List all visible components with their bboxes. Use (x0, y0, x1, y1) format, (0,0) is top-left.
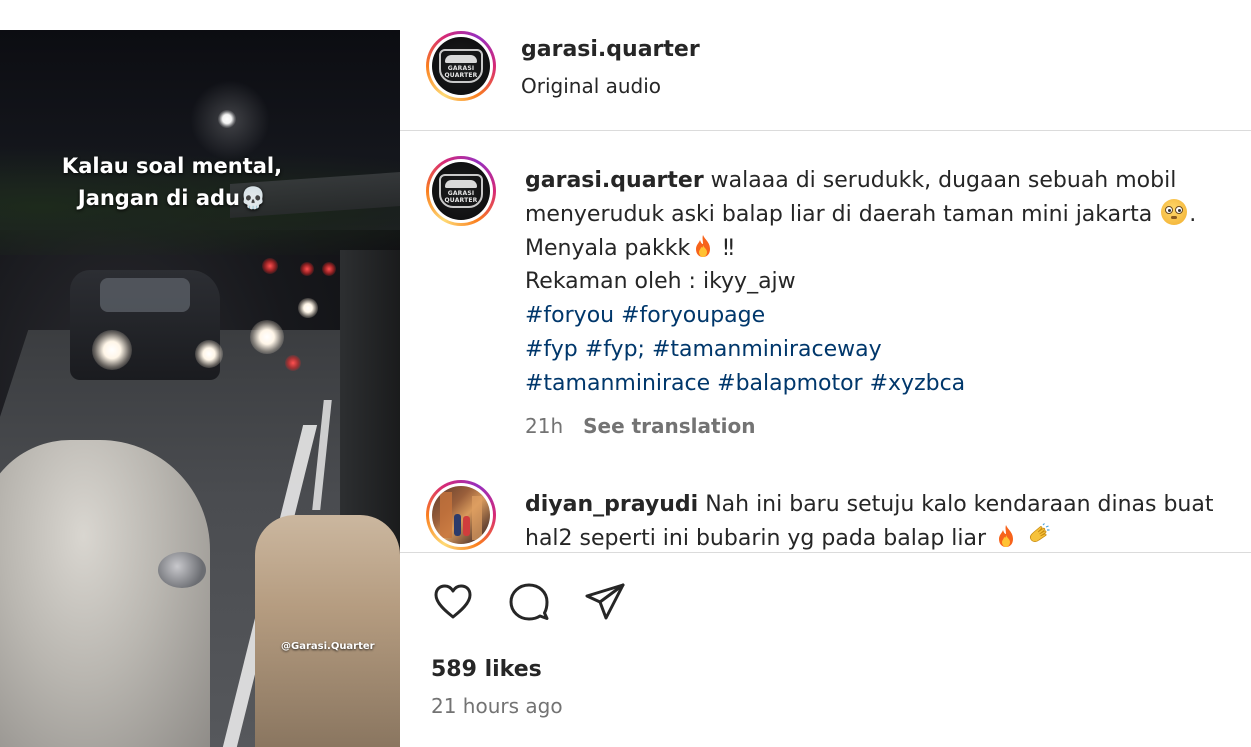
comment-button[interactable] (506, 579, 552, 625)
author-avatar[interactable]: GARASI QUARTER (426, 31, 496, 101)
fire-emoji-icon (690, 233, 716, 259)
likes-count[interactable]: 589 likes (431, 657, 542, 682)
overlay-line-2: Jangan di adu💀 (77, 186, 267, 210)
post-details-panel: GARASI QUARTER garasi.quarter Original a… (400, 0, 1251, 747)
caption-timestamp[interactable]: 21h (525, 414, 563, 438)
video-taillight (285, 355, 301, 371)
overlay-line-1: Kalau soal mental, (61, 154, 283, 178)
caption-period: . (1189, 201, 1197, 227)
commenter-avatar[interactable] (426, 480, 496, 550)
paper-plane-icon (585, 583, 625, 620)
panel-top-line (400, 0, 1251, 2)
like-button[interactable] (430, 579, 476, 625)
clapping-hands-emoji-icon (1026, 523, 1052, 549)
caption-text: garasi.quarter walaaa di serudukk, dugaa… (525, 164, 1240, 401)
commenter-username[interactable]: diyan_prayudi (525, 492, 698, 517)
caption-hashtags-2[interactable]: #fyp #fyp; #tamanminiraceway (525, 337, 882, 362)
comment-text: diyan_prayudi Nah ini baru setuju kalo k… (525, 488, 1240, 552)
share-button[interactable] (582, 579, 628, 625)
video-taillight (262, 258, 278, 274)
heart-icon (434, 584, 472, 619)
video-headlight (92, 330, 132, 370)
author-username[interactable]: garasi.quarter (521, 37, 700, 62)
caption-meta: 21h See translation (525, 414, 755, 438)
comment-bubble-icon (509, 583, 549, 621)
video-cup-foreground (255, 515, 400, 747)
video-car (70, 270, 220, 380)
caption-double-exclamation: ‼ (716, 235, 734, 261)
post-time-ago[interactable]: 21 hours ago (431, 694, 563, 718)
caption-line-menyala: Menyala pakkk (525, 235, 691, 261)
comments-scroll-area[interactable]: diyan_prayudi Nah ini baru setuju kalo k… (400, 470, 1251, 552)
video-taillight (322, 262, 336, 276)
video-motorbike-mirror (158, 552, 206, 588)
flushed-face-emoji-icon (1161, 198, 1188, 225)
caption-hashtags-1[interactable]: #foryou #foryoupage (525, 303, 765, 328)
video-person-foreground (0, 440, 210, 747)
post-video[interactable]: Kalau soal mental, Jangan di adu💀 @Garas… (0, 0, 400, 747)
commenter-photo (432, 486, 490, 544)
media-top-strip (0, 0, 400, 30)
comment-item: diyan_prayudi Nah ini baru setuju kalo k… (400, 470, 1251, 552)
caption-username[interactable]: garasi.quarter (525, 168, 704, 193)
caption-author-avatar[interactable]: GARASI QUARTER (426, 156, 496, 226)
video-overlay-caption: Kalau soal mental, Jangan di adu💀 (22, 150, 322, 214)
garasi-quarter-logo: GARASI QUARTER (432, 37, 490, 95)
actions-divider (400, 552, 1251, 553)
header-divider (400, 130, 1251, 131)
see-translation-button[interactable]: See translation (583, 414, 755, 438)
video-streetlight (218, 110, 236, 128)
video-headlight (195, 340, 223, 368)
video-watermark: @Garasi.Quarter (281, 641, 375, 652)
video-headlight (250, 320, 284, 354)
caption-hashtags-3[interactable]: #tamanminirace #balapmotor #xyzbca (525, 371, 965, 396)
fire-emoji-icon (993, 523, 1019, 549)
video-taillight (300, 262, 314, 276)
video-headlight (298, 298, 318, 318)
audio-link[interactable]: Original audio (521, 74, 661, 98)
caption-recording-credit: Rekaman oleh : ikyy_ajw (525, 269, 796, 295)
garasi-quarter-logo: GARASI QUARTER (432, 162, 490, 220)
